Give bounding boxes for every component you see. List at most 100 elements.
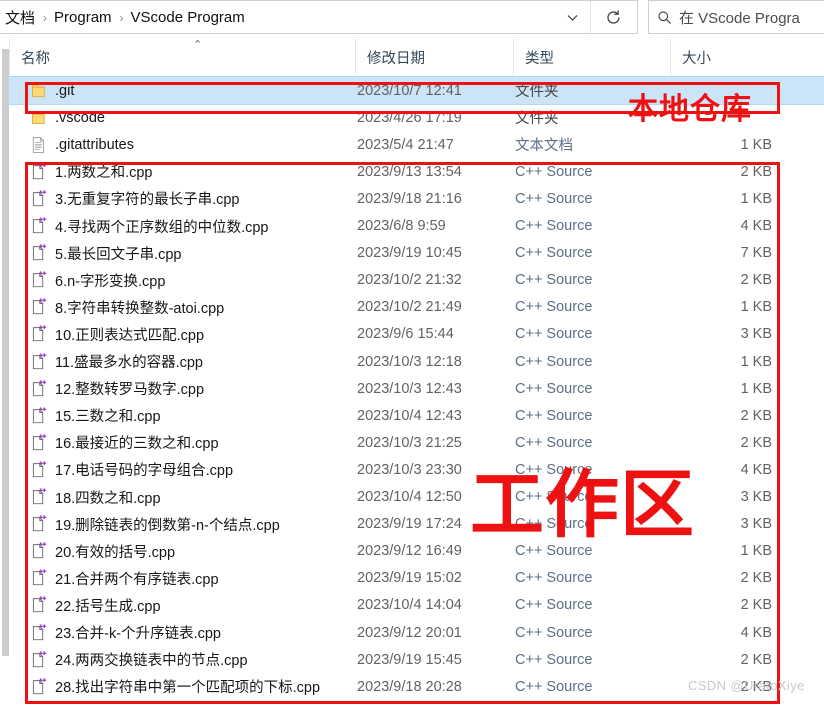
file-name-cell[interactable]: 12.整数转罗马数字.cpp — [30, 378, 204, 399]
file-row[interactable]: 12.整数转罗马数字.cpp 2023/10/3 12:43 C++ Source 1… — [9, 375, 824, 402]
file-type-cell: C++ Source — [515, 190, 593, 207]
file-name-cell[interactable]: .git — [30, 82, 74, 100]
breadcrumb-item-1[interactable]: Program — [50, 7, 117, 28]
file-row[interactable]: .gitattributes 2023/5/4 21:47 文本文档 1 KB — [9, 131, 824, 158]
file-name-cell[interactable]: 17.电话号码的字母组合.cpp — [30, 459, 233, 480]
file-name-label: 11.盛最多水的容器.cpp — [55, 355, 203, 371]
file-name-cell[interactable]: 8.字符串转换整数-atoi.cpp — [30, 297, 224, 318]
file-name-cell[interactable]: 23.合并-k-个升序链表.cpp — [30, 622, 221, 643]
file-name-cell[interactable]: 19.删除链表的倒数第-n-个结点.cpp — [30, 514, 280, 535]
file-row[interactable]: 11.盛最多水的容器.cpp 2023/10/3 12:18 C++ Source 1… — [9, 348, 824, 375]
file-name-label: 4.寻找两个正序数组的中位数.cpp — [55, 219, 269, 236]
file-row[interactable]: 19.删除链表的倒数第-n-个结点.cpp 2023/9/19 17:24 C++ … — [9, 511, 824, 538]
breadcrumb-item-2[interactable]: VScode Program — [127, 7, 250, 28]
file-row[interactable]: 17.电话号码的字母组合.cpp 2023/10/3 23:30 C++ Sourc… — [9, 456, 824, 483]
column-header-date[interactable]: 修改日期 — [355, 39, 513, 75]
file-row[interactable]: 16.最接近的三数之和.cpp 2023/10/3 21:25 C++ Source… — [9, 429, 824, 456]
breadcrumb: 文档 › Program › VScode Program — [1, 1, 250, 33]
file-row[interactable]: 15.三数之和.cpp 2023/10/4 12:43 C++ Source 2 KB — [9, 402, 824, 429]
file-name-cell[interactable]: 15.三数之和.cpp — [30, 405, 161, 426]
file-name-cell[interactable]: 4.寻找两个正序数组的中位数.cpp — [30, 216, 269, 237]
column-header-type-label: 类型 — [525, 50, 554, 67]
file-name-cell[interactable]: 22.括号生成.cpp — [30, 595, 161, 616]
breadcrumb-item-0[interactable]: 文档 — [1, 5, 40, 30]
file-date-cell: 2023/10/3 12:18 — [357, 353, 462, 370]
file-name-cell[interactable]: 24.两两交换链表中的节点.cpp — [30, 649, 248, 670]
cpp-file-icon — [30, 163, 47, 181]
file-row[interactable]: 10.正则表达式匹配.cpp 2023/9/6 15:44 C++ Source 3 … — [9, 321, 824, 348]
column-header-size[interactable]: 大小 — [670, 39, 780, 75]
file-row[interactable]: .git 2023/10/7 12:41 文件夹 — [8, 76, 824, 105]
file-row[interactable]: 22.括号生成.cpp 2023/10/4 14:04 C++ Source 2 KB — [9, 592, 824, 619]
search-box[interactable]: 在 VScode Progra — [648, 0, 824, 34]
column-header-type[interactable]: 类型 — [513, 39, 670, 75]
file-size-cell: 4 KB — [740, 461, 772, 478]
file-size-cell: 2 KB — [740, 597, 772, 614]
file-name-label: .git — [55, 82, 75, 99]
file-name-cell[interactable]: 5.最长回文子串.cpp — [30, 243, 182, 264]
cpp-file-icon — [30, 244, 47, 262]
file-date-cell: 2023/5/4 21:47 — [357, 136, 454, 153]
navigation-pane-splitter[interactable] — [0, 39, 9, 706]
file-row[interactable]: 24.两两交换链表中的节点.cpp 2023/9/19 15:45 C++ Sour… — [9, 646, 824, 673]
file-name-cell[interactable]: 20.有效的括号.cpp — [30, 541, 175, 562]
file-size-cell: 3 KB — [740, 516, 772, 533]
chevron-down-icon[interactable] — [555, 1, 589, 33]
file-name-label: 12.整数转罗马数字.cpp — [55, 382, 205, 399]
file-date-cell: 2023/9/12 16:49 — [357, 543, 462, 560]
file-name-cell[interactable]: 11.盛最多水的容器.cpp — [30, 351, 203, 372]
address-bar[interactable]: 文档 › Program › VScode Program — [0, 0, 638, 34]
file-type-cell: C++ Source — [515, 597, 593, 614]
file-row[interactable]: 28.找出字符串中第一个匹配项的下标.cpp 2023/9/18 20:28 C++… — [9, 673, 824, 700]
file-name-cell[interactable]: 3.无重复字符的最长子串.cpp — [30, 188, 240, 209]
file-row[interactable]: 8.字符串转换整数-atoi.cpp 2023/10/2 21:49 C++ Sou… — [9, 294, 824, 321]
file-name-cell[interactable]: 6.n-字形变换.cpp — [30, 270, 165, 291]
file-name-label: 22.括号生成.cpp — [55, 598, 161, 615]
file-name-cell[interactable]: .gitattributes — [30, 136, 134, 154]
file-type-cell: C++ Source — [515, 461, 593, 478]
refresh-icon[interactable] — [590, 1, 635, 33]
file-row[interactable]: 23.合并-k-个升序链表.cpp 2023/9/12 20:01 C++ Sour… — [9, 619, 824, 646]
splitter-track[interactable] — [2, 49, 9, 656]
file-list[interactable]: .git 2023/10/7 12:41 文件夹 .vscode 2023/4/26 1… — [8, 76, 824, 706]
file-type-cell: C++ Source — [515, 570, 593, 587]
cpp-file-icon — [30, 569, 47, 587]
breadcrumb-separator-icon: › — [43, 11, 48, 25]
cpp-file-icon — [30, 379, 47, 398]
file-row[interactable]: 21.合并两个有序链表.cpp 2023/9/19 15:02 C++ Source… — [9, 565, 824, 592]
file-size-cell: 3 KB — [740, 489, 772, 505]
file-row[interactable]: 4.寻找两个正序数组的中位数.cpp 2023/6/8 9:59 C++ Sourc… — [9, 213, 824, 240]
file-size-cell: 2 KB — [740, 434, 772, 451]
file-row[interactable]: 20.有效的括号.cpp 2023/9/12 16:49 C++ Source 1 K… — [9, 538, 824, 565]
file-row[interactable]: 6.n-字形变换.cpp 2023/10/2 21:32 C++ Source 2 K… — [9, 267, 824, 294]
file-row[interactable]: 1.两数之和.cpp 2023/9/13 13:54 C++ Source 2 KB — [9, 158, 824, 185]
file-type-cell: C++ Source — [515, 245, 593, 262]
file-name-cell[interactable]: 28.找出字符串中第一个匹配项的下标.cpp — [30, 676, 320, 697]
file-type-cell: C++ Source — [515, 299, 593, 316]
cpp-file-icon — [30, 542, 47, 560]
cpp-file-icon — [30, 217, 47, 235]
file-row[interactable]: 5.最长回文子串.cpp 2023/9/19 10:45 C++ Source 7 K… — [9, 240, 824, 267]
file-name-cell[interactable]: 10.正则表达式匹配.cpp — [30, 324, 204, 345]
file-row[interactable]: 18.四数之和.cpp 2023/10/4 12:50 C++ Source 3 KB — [9, 484, 824, 511]
file-row[interactable]: .vscode 2023/4/26 17:19 文件夹 — [9, 104, 824, 131]
file-date-cell: 2023/4/26 17:19 — [357, 109, 462, 126]
file-name-cell[interactable]: 21.合并两个有序链表.cpp — [30, 568, 219, 589]
file-size-cell: 2 KB — [740, 651, 772, 668]
folder-icon — [30, 82, 47, 100]
file-name-cell[interactable]: .vscode — [30, 109, 105, 127]
file-name-cell[interactable]: 16.最接近的三数之和.cpp — [30, 432, 219, 453]
search-input[interactable]: 在 VScode Progra — [679, 7, 800, 28]
cpp-file-icon — [30, 190, 47, 208]
file-name-label: 21.合并两个有序链表.cpp — [55, 571, 219, 588]
file-name-cell[interactable]: 1.两数之和.cpp — [30, 161, 153, 182]
column-header-name[interactable]: 名称 ⌃ — [9, 39, 355, 75]
file-date-cell: 2023/9/18 21:16 — [357, 190, 462, 207]
file-row[interactable]: 3.无重复字符的最长子串.cpp 2023/9/18 21:16 C++ Sourc… — [9, 185, 824, 212]
breadcrumb-separator-icon: › — [119, 11, 124, 25]
file-size-cell: 7 KB — [740, 245, 772, 262]
file-name-label: 18.四数之和.cpp — [55, 490, 161, 507]
file-type-cell: C++ Source — [515, 624, 593, 641]
file-name-label: 16.最接近的三数之和.cpp — [55, 436, 219, 453]
file-name-cell[interactable]: 18.四数之和.cpp — [30, 487, 161, 508]
